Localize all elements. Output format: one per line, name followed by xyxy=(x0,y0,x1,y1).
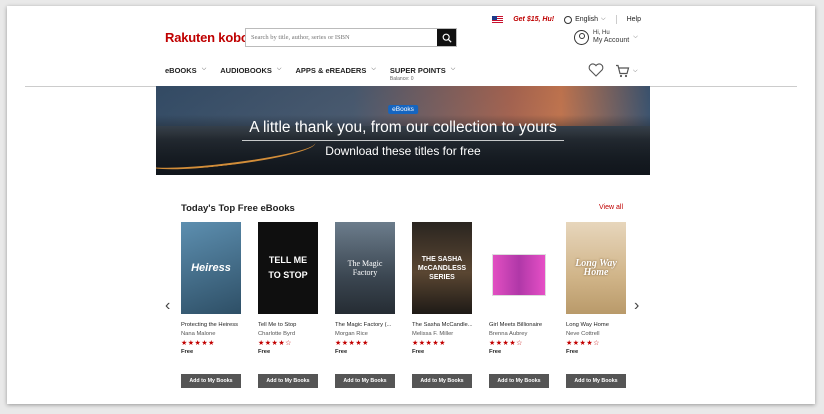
book-cover[interactable]: TELL ME TO STOP xyxy=(258,222,318,314)
chevron-down-icon: ⌵ xyxy=(633,34,638,40)
globe-icon xyxy=(564,15,573,24)
chevron-down-icon: ⌵ xyxy=(601,16,606,22)
add-to-my-books-button[interactable]: Add to My Books xyxy=(566,374,626,388)
book-cover[interactable] xyxy=(489,222,549,314)
book-card[interactable]: Long Way Home Long Way Home Neve Cottrel… xyxy=(566,222,626,388)
book-title[interactable]: The Sasha McCandle... xyxy=(412,322,472,328)
carousel-next-arrow-icon[interactable]: › xyxy=(634,297,639,315)
language-label: English xyxy=(575,16,599,23)
book-author[interactable]: Melissa F. Miller xyxy=(412,331,472,337)
chevron-down-icon: ⌵ xyxy=(276,66,282,72)
view-all-link[interactable]: View all xyxy=(599,204,623,211)
book-card[interactable]: Girl Meets Billionaire Brenna Aubrey ★★★… xyxy=(489,222,549,388)
chevron-down-icon: ⌵ xyxy=(371,66,376,72)
nav-apps-ereaders[interactable]: APPS & eREADERS ⌵ xyxy=(295,66,375,82)
book-author[interactable]: Neve Cottrell xyxy=(566,331,626,337)
ebooks-badge: eBooks xyxy=(388,105,418,114)
promo-link[interactable]: Get $15, Hu! xyxy=(513,16,554,23)
help-link[interactable]: Help xyxy=(627,16,641,23)
rating-stars: ★★★★★ xyxy=(412,340,446,347)
utility-bar: Get $15, Hu! English ⌵ Help xyxy=(492,15,641,24)
add-to-my-books-button[interactable]: Add to My Books xyxy=(258,374,318,388)
banner-divider xyxy=(242,140,564,141)
cart-button[interactable]: ⌵ xyxy=(615,64,638,78)
book-price: Free xyxy=(412,349,425,355)
book-author[interactable]: Charlotte Byrd xyxy=(258,331,318,337)
banner-title: A little thank you, from our collection … xyxy=(249,119,557,136)
book-carousel: Heiress Protecting the Heiress Nana Malo… xyxy=(181,222,626,388)
book-title[interactable]: Tell Me to Stop xyxy=(258,322,318,328)
book-cover[interactable]: THE SASHA McCANDLESS SERIES xyxy=(412,222,472,314)
book-title[interactable]: Protecting the Heiress xyxy=(181,322,241,328)
search-input[interactable] xyxy=(246,29,437,46)
book-cover[interactable]: Long Way Home xyxy=(566,222,626,314)
wishlist-heart-icon[interactable] xyxy=(588,63,604,77)
search-icon xyxy=(442,33,452,43)
nav-audiobooks-label: AUDIOBOOKS xyxy=(220,66,272,75)
account-greeting: Hi, Hu xyxy=(593,30,610,36)
book-title[interactable]: Long Way Home xyxy=(566,322,626,328)
nav-ebooks[interactable]: eBOOKS ⌵ xyxy=(165,66,206,82)
book-price: Free xyxy=(489,349,502,355)
book-card[interactable]: The Magic Factory The Magic Factory (...… xyxy=(335,222,395,388)
book-price: Free xyxy=(335,349,348,355)
book-card[interactable]: THE SASHA McCANDLESS SERIES The Sasha Mc… xyxy=(412,222,472,388)
divider xyxy=(615,15,617,24)
rating-stars: ★★★★☆ xyxy=(489,340,523,347)
points-balance: Balance: 0 xyxy=(389,76,414,82)
add-to-my-books-button[interactable]: Add to My Books xyxy=(489,374,549,388)
book-cover[interactable]: Heiress xyxy=(181,222,241,314)
promo-banner[interactable]: eBooks A little thank you, from our coll… xyxy=(156,86,650,175)
search-bar xyxy=(245,28,457,47)
chevron-down-icon: ⌵ xyxy=(450,66,456,72)
nav-super-points-label: SUPER POINTS xyxy=(389,66,446,75)
book-card[interactable]: TELL ME TO STOP Tell Me to Stop Charlott… xyxy=(258,222,318,388)
book-title[interactable]: The Magic Factory (... xyxy=(335,322,395,328)
book-author[interactable]: Brenna Aubrey xyxy=(489,331,549,337)
cart-icon xyxy=(616,64,630,78)
box-set-image xyxy=(492,254,546,296)
nav-ebooks-label: eBOOKS xyxy=(165,66,197,75)
search-button[interactable] xyxy=(437,29,456,46)
us-flag-icon[interactable] xyxy=(492,16,504,23)
carousel-prev-arrow-icon[interactable]: ‹ xyxy=(165,297,170,315)
nav-apps-label: APPS & eREADERS xyxy=(295,66,367,75)
add-to-my-books-button[interactable]: Add to My Books xyxy=(335,374,395,388)
browser-page: Get $15, Hu! English ⌵ Help Rakuten kobo… xyxy=(7,6,815,404)
book-title[interactable]: Girl Meets Billionaire xyxy=(489,322,549,328)
section-title: Today's Top Free eBooks xyxy=(181,203,295,214)
banner-subtitle: Download these titles for free xyxy=(325,144,481,158)
rating-stars: ★★★★☆ xyxy=(258,340,292,347)
add-to-my-books-button[interactable]: Add to My Books xyxy=(181,374,241,388)
add-to-my-books-button[interactable]: Add to My Books xyxy=(412,374,472,388)
book-author[interactable]: Morgan Rice xyxy=(335,331,395,337)
rakuten-kobo-logo[interactable]: Rakuten kobo xyxy=(165,30,249,45)
book-price: Free xyxy=(181,349,194,355)
nav-super-points[interactable]: SUPER POINTS Balance: 0 ⌵ xyxy=(390,66,455,82)
book-card[interactable]: Heiress Protecting the Heiress Nana Malo… xyxy=(181,222,241,388)
book-cover[interactable]: The Magic Factory xyxy=(335,222,395,314)
rating-stars: ★★★★★ xyxy=(181,340,215,347)
chevron-down-icon: ⌵ xyxy=(201,66,207,72)
user-icon xyxy=(574,30,589,45)
rating-stars: ★★★★☆ xyxy=(566,340,600,347)
account-label: My Account xyxy=(593,37,630,44)
language-selector[interactable]: English ⌵ xyxy=(564,15,606,24)
book-price: Free xyxy=(258,349,271,355)
nav-audiobooks[interactable]: AUDIOBOOKS ⌵ xyxy=(220,66,281,82)
book-author[interactable]: Nana Malone xyxy=(181,331,241,337)
rating-stars: ★★★★★ xyxy=(335,340,369,347)
book-price: Free xyxy=(566,349,579,355)
account-menu[interactable]: Hi, Hu My Account ⌵ xyxy=(574,30,638,45)
main-nav: eBOOKS ⌵ AUDIOBOOKS ⌵ APPS & eREADERS ⌵ SUP… xyxy=(165,66,455,82)
chevron-down-icon: ⌵ xyxy=(633,67,638,74)
